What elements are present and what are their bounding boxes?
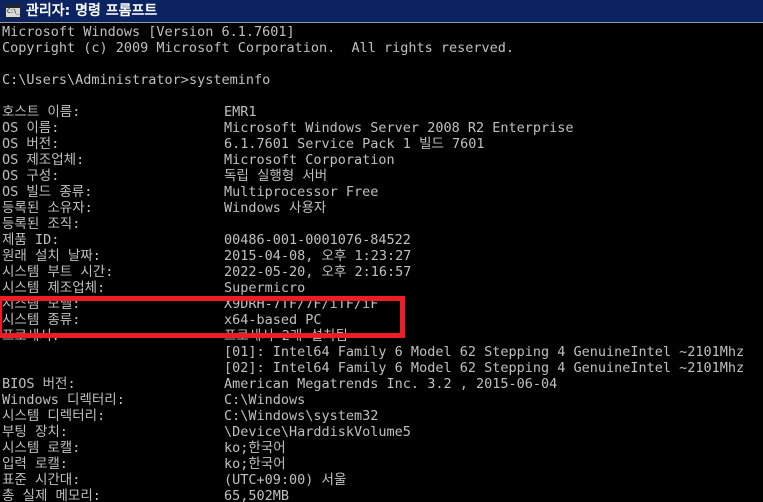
systeminfo-row: 프로세서: 프로세서 2개 설치됨 — [2, 328, 763, 344]
systeminfo-row-label: 시스템 디렉터리: — [2, 408, 106, 424]
systeminfo-row-value: [02]: Intel64 Family 6 Model 62 Stepping… — [224, 360, 745, 376]
systeminfo-row-label: 시스템 로캘: — [2, 440, 81, 456]
systeminfo-row: 시스템 디렉터리: C:\Windows\system32 — [2, 408, 763, 424]
systeminfo-row-value: 프로세서 2개 설치됨 — [224, 328, 348, 344]
systeminfo-row: Windows 디렉터리: C:\Windows — [2, 392, 763, 408]
systeminfo-row-value: ko;한국어 — [224, 440, 286, 456]
systeminfo-row-value: Microsoft Windows Server 2008 R2 Enterpr… — [224, 120, 574, 136]
systeminfo-row-value: Windows 사용자 — [224, 200, 327, 216]
systeminfo-row-value: [01]: Intel64 Family 6 Model 62 Stepping… — [224, 344, 745, 360]
systeminfo-row: [02]: Intel64 Family 6 Model 62 Stepping… — [2, 360, 763, 376]
systeminfo-row-label: 제품 ID: — [2, 232, 60, 248]
systeminfo-row-label: 등록된 조직: — [2, 216, 81, 232]
systeminfo-row-value: EMR1 — [224, 104, 257, 120]
systeminfo-row-value: Supermicro — [224, 280, 306, 296]
icon-prompt-glyph: C:\_ — [7, 8, 20, 15]
systeminfo-row: 등록된 조직: — [2, 216, 763, 232]
command-text: systeminfo — [188, 72, 271, 88]
systeminfo-row-value: 2015-04-08, 오후 1:23:27 — [224, 248, 412, 264]
command-prompt-window: C:\_ 관리자: 명령 프롬프트 Microsoft Windows [Ver… — [0, 0, 763, 502]
systeminfo-row: 호스트 이름: EMR1 — [2, 104, 763, 120]
systeminfo-row-label: 총 실제 메모리: — [2, 488, 101, 502]
systeminfo-row-label: 원래 설치 날짜: — [2, 248, 101, 264]
systeminfo-row: 원래 설치 날짜: 2015-04-08, 오후 1:23:27 — [2, 248, 763, 264]
systeminfo-rows: 호스트 이름: EMR1 OS 이름: Microsoft Windows Serve… — [2, 104, 763, 502]
systeminfo-row: 시스템 모델: X9DRH-7TF/7F/iTF/iF — [2, 296, 763, 312]
systeminfo-row-value: Microsoft Corporation — [224, 152, 395, 168]
systeminfo-row-value: 2022-05-20, 오후 2:16:57 — [224, 264, 412, 280]
console-output-area[interactable]: Microsoft Windows [Version 6.1.7601] Cop… — [0, 24, 763, 502]
systeminfo-row-label: 등록된 소유자: — [2, 200, 93, 216]
copyright-line: Copyright (c) 2009 Microsoft Corporation… — [2, 40, 515, 56]
systeminfo-row-value: Multiprocessor Free — [224, 184, 379, 200]
systeminfo-row: 시스템 부트 시간: 2022-05-20, 오후 2:16:57 — [2, 264, 763, 280]
systeminfo-row: BIOS 버전: American Megatrends Inc. 3.2 , 2… — [2, 376, 763, 392]
systeminfo-row: 시스템 종류: x64-based PC — [2, 312, 763, 328]
systeminfo-row-label: 시스템 모델: — [2, 296, 81, 312]
systeminfo-row-label: Windows 디렉터리: — [2, 392, 125, 408]
systeminfo-row: OS 제조업체: Microsoft Corporation — [2, 152, 763, 168]
window-titlebar[interactable]: C:\_ 관리자: 명령 프롬프트 — [0, 0, 763, 23]
systeminfo-row: 시스템 제조업체: Supermicro — [2, 280, 763, 296]
systeminfo-row-value: x64-based PC — [224, 312, 322, 328]
console-window-icon: C:\_ — [5, 4, 21, 18]
systeminfo-row-value: 6.1.7601 Service Pack 1 빌드 7601 — [224, 136, 485, 152]
systeminfo-row-value: X9DRH-7TF/7F/iTF/iF — [224, 296, 379, 312]
systeminfo-row-value: ko;한국어 — [224, 456, 286, 472]
systeminfo-row: OS 이름: Microsoft Windows Server 2008 R2 E… — [2, 120, 763, 136]
systeminfo-row-label: 입력 로캘: — [2, 456, 68, 472]
systeminfo-row: OS 버전: 6.1.7601 Service Pack 1 빌드 7601 — [2, 136, 763, 152]
systeminfo-row-value: (UTC+09:00) 서울 — [224, 472, 347, 488]
systeminfo-row-label: 시스템 종류: — [2, 312, 81, 328]
systeminfo-row: 총 실제 메모리: 65,502MB — [2, 488, 763, 502]
version-line: Microsoft Windows [Version 6.1.7601] — [2, 24, 295, 40]
systeminfo-row-label: 호스트 이름: — [2, 104, 81, 120]
systeminfo-row: 시스템 로캘: ko;한국어 — [2, 440, 763, 456]
command-line: C:\Users\Administrator>systeminfo — [2, 72, 763, 88]
systeminfo-row-value: C:\Windows — [224, 392, 306, 408]
systeminfo-row-label: 시스템 부트 시간: — [2, 264, 114, 280]
systeminfo-row-label: 부팅 장치: — [2, 424, 68, 440]
systeminfo-row: [01]: Intel64 Family 6 Model 62 Stepping… — [2, 344, 763, 360]
systeminfo-row: 등록된 소유자: Windows 사용자 — [2, 200, 763, 216]
systeminfo-row-value: 독립 실행형 서버 — [224, 168, 328, 184]
systeminfo-row-label: 프로세서: — [2, 328, 60, 344]
systeminfo-row-value: 00486-001-0001076-84522 — [224, 232, 411, 248]
systeminfo-row: 부팅 장치: \Device\HarddiskVolume5 — [2, 424, 763, 440]
window-title: 관리자: 명령 프롬프트 — [26, 3, 158, 19]
systeminfo-row: OS 구성: 독립 실행형 서버 — [2, 168, 763, 184]
systeminfo-row: 표준 시간대: (UTC+09:00) 서울 — [2, 472, 763, 488]
systeminfo-row-value: C:\Windows\system32 — [224, 408, 379, 424]
systeminfo-row-label: OS 빌드 종류: — [2, 184, 93, 200]
systeminfo-row-label: OS 버전: — [2, 136, 60, 152]
systeminfo-row-label: OS 이름: — [2, 120, 60, 136]
systeminfo-row-label: OS 구성: — [2, 168, 60, 184]
systeminfo-row-label: BIOS 버전: — [2, 376, 76, 392]
systeminfo-row: 제품 ID: 00486-001-0001076-84522 — [2, 232, 763, 248]
systeminfo-row: OS 빌드 종류: Multiprocessor Free — [2, 184, 763, 200]
systeminfo-row-value: 65,502MB — [224, 488, 290, 502]
systeminfo-row-value: \Device\HarddiskVolume5 — [224, 424, 411, 440]
systeminfo-row-label: OS 제조업체: — [2, 152, 85, 168]
systeminfo-row-label: 표준 시간대: — [2, 472, 81, 488]
systeminfo-row: 입력 로캘: ko;한국어 — [2, 456, 763, 472]
prompt-text: C:\Users\Administrator> — [2, 72, 189, 88]
systeminfo-row-value: American Megatrends Inc. 3.2 , 2015-06-0… — [224, 376, 558, 392]
systeminfo-row-label: 시스템 제조업체: — [2, 280, 106, 296]
